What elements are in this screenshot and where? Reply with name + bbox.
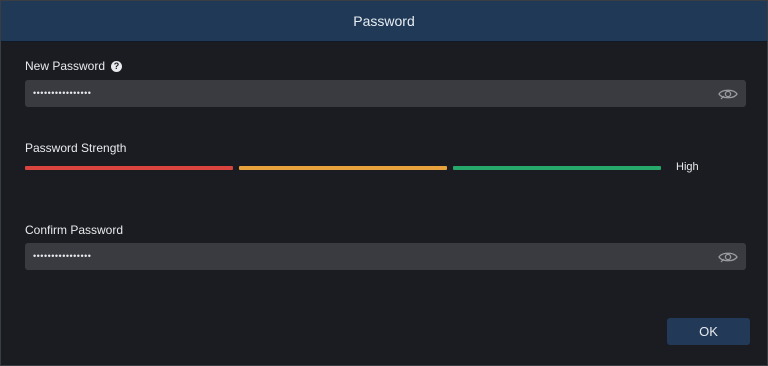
eye-icon[interactable] xyxy=(718,250,738,264)
new-password-field[interactable]: •••••••••••••••• xyxy=(25,80,746,107)
new-password-label-row: New Password ? xyxy=(25,59,123,73)
password-dialog: Password New Password ? ••••••••••••••••… xyxy=(0,0,768,366)
eye-icon[interactable] xyxy=(718,87,738,101)
confirm-password-value: •••••••••••••••• xyxy=(33,251,92,261)
question-circle-icon[interactable]: ? xyxy=(111,60,123,72)
ok-button[interactable]: OK xyxy=(667,318,750,345)
new-password-value: •••••••••••••••• xyxy=(33,88,92,98)
new-password-label: New Password xyxy=(25,59,106,73)
strength-segment-weak xyxy=(25,166,233,170)
confirm-password-label: Confirm Password xyxy=(25,223,124,237)
confirm-password-field[interactable]: •••••••••••••••• xyxy=(25,243,746,270)
strength-segment-strong xyxy=(453,166,661,170)
strength-level-text: High xyxy=(676,161,699,173)
strength-segment-medium xyxy=(239,166,447,170)
dialog-titlebar: Password xyxy=(1,1,767,42)
dialog-title: Password xyxy=(353,13,415,29)
password-strength-label-row: Password Strength xyxy=(25,141,126,155)
confirm-password-label-row: Confirm Password xyxy=(25,223,123,237)
password-strength-label: Password Strength xyxy=(25,141,127,155)
